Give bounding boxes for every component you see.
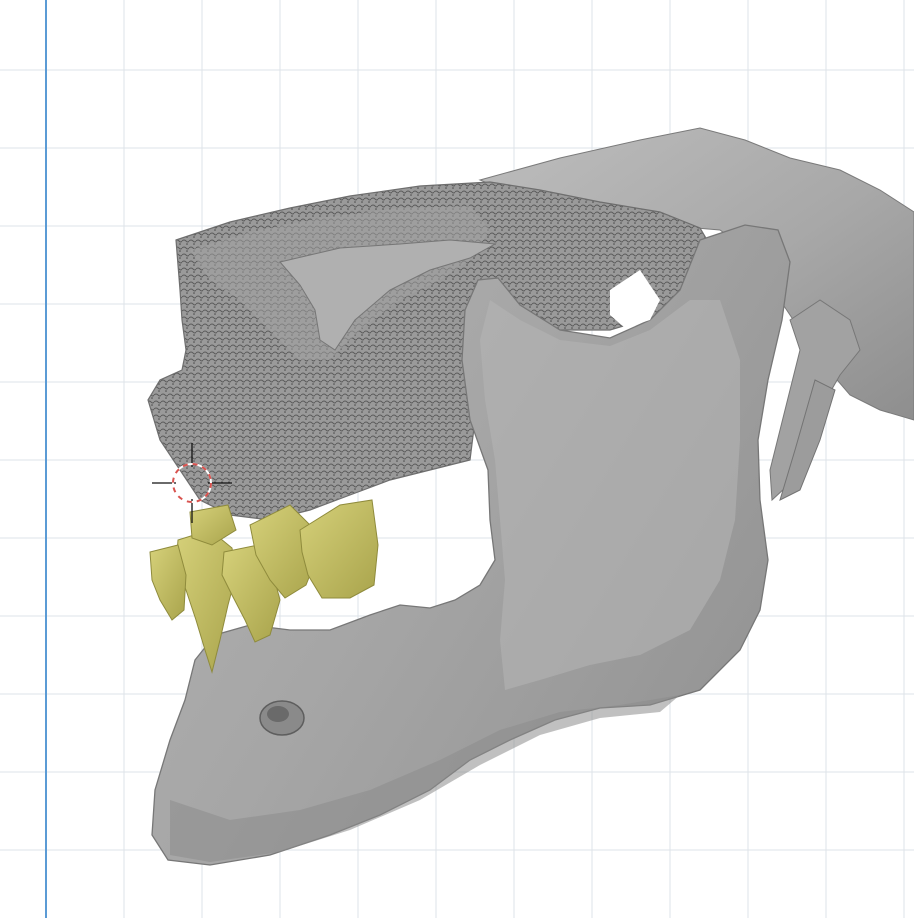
- 3d-viewport[interactable]: [0, 0, 914, 918]
- upper-tooth-root: [189, 504, 237, 546]
- incisor-tooth: [149, 544, 187, 621]
- viewport-canvas[interactable]: [0, 0, 914, 918]
- molar-tooth: [299, 499, 379, 599]
- skull-model[interactable]: [147, 127, 914, 866]
- mental-foramen-hole: [267, 706, 289, 722]
